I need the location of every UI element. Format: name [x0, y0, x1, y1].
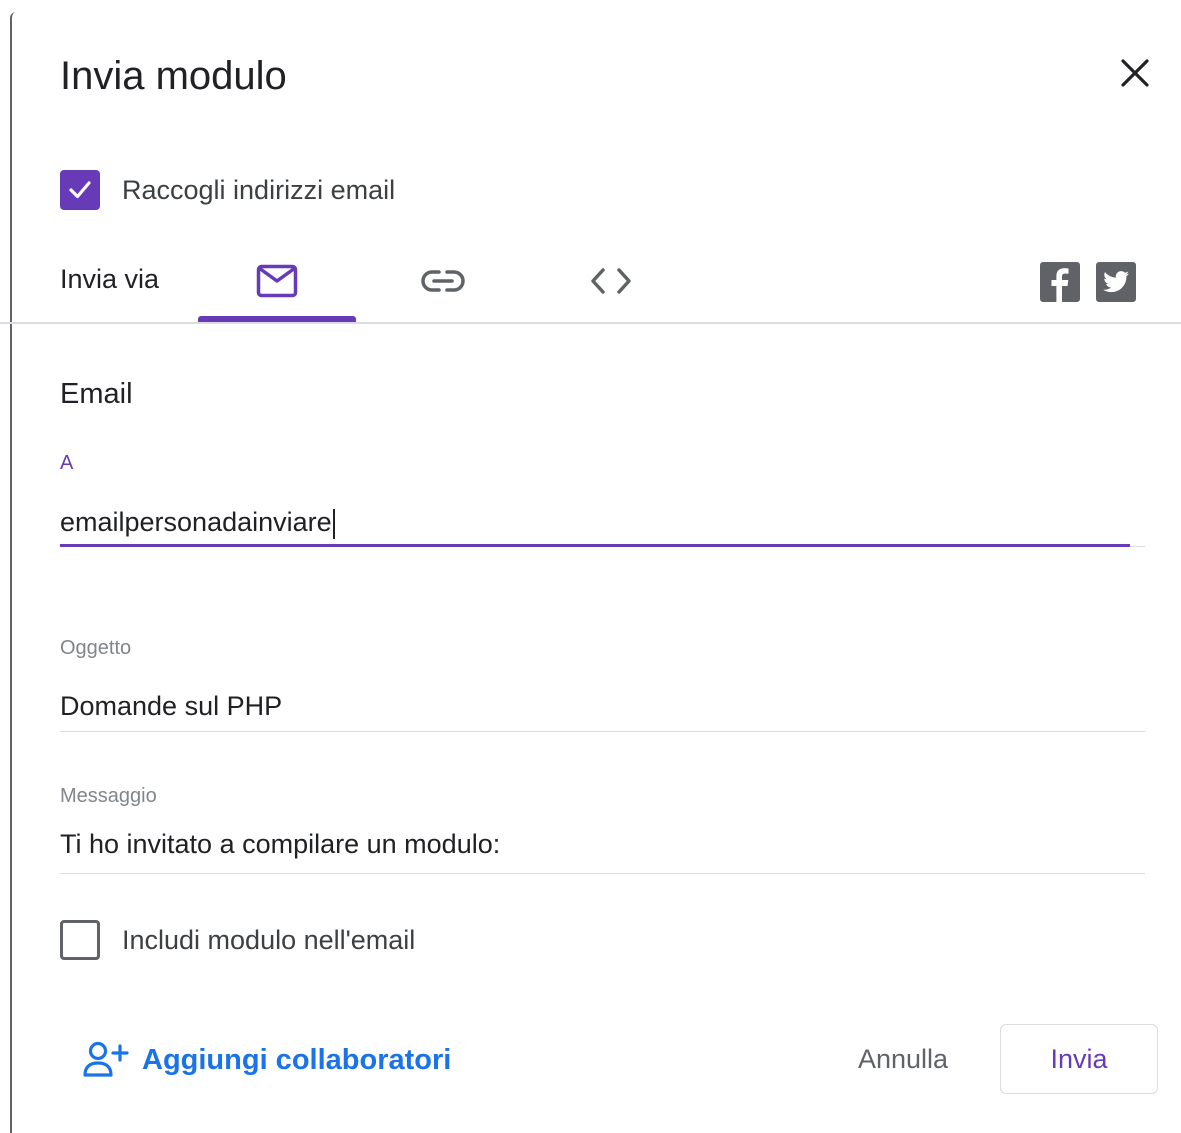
add-person-icon	[83, 1041, 129, 1077]
link-icon	[421, 270, 465, 292]
to-field-underline	[60, 544, 1130, 547]
facebook-icon	[1051, 268, 1069, 302]
to-field-value: emailpersonadainviare	[60, 507, 332, 537]
to-field-label: A	[60, 452, 74, 474]
send-button[interactable]: Invia	[1000, 1024, 1158, 1094]
collect-emails-label: Raccogli indirizzi email	[122, 174, 396, 205]
send-via-label: Invia via	[60, 264, 160, 294]
tab-embed[interactable]	[532, 240, 690, 322]
add-collaborators-label: Aggiungi collaboratori	[142, 1043, 452, 1076]
subject-field[interactable]	[60, 686, 1145, 726]
include-form-label: Includi modulo nell'email	[122, 924, 416, 955]
email-section-title: Email	[60, 378, 133, 410]
embed-code-icon	[591, 268, 631, 294]
tab-link[interactable]	[364, 240, 522, 322]
send-via-bar: Invia via	[0, 240, 1181, 324]
envelope-icon	[256, 264, 298, 298]
include-form-checkbox[interactable]	[60, 920, 100, 960]
cancel-button[interactable]: Annulla	[838, 1026, 968, 1092]
add-collaborators-button[interactable]: Aggiungi collaboratori	[82, 1040, 451, 1080]
dialog-title: Invia modulo	[60, 54, 287, 98]
text-caret	[332, 508, 335, 539]
close-icon	[1121, 59, 1149, 87]
collect-emails-row: Raccogli indirizzi email	[60, 168, 395, 212]
message-field-underline	[60, 873, 1145, 874]
facebook-share-button[interactable]	[1040, 262, 1080, 302]
twitter-share-button[interactable]	[1096, 262, 1136, 302]
message-field[interactable]	[60, 824, 1145, 864]
include-form-row: Includi modulo nell'email	[60, 918, 415, 962]
collect-emails-checkbox[interactable]	[60, 170, 100, 210]
subject-field-underline	[60, 731, 1145, 732]
subject-field-label: Oggetto	[60, 637, 132, 659]
close-button[interactable]	[1108, 46, 1162, 100]
tab-email[interactable]	[198, 240, 356, 322]
tabs-divider	[0, 322, 1181, 324]
message-field-label: Messaggio	[60, 785, 157, 807]
to-field-underline-rest	[1130, 546, 1145, 547]
twitter-icon	[1103, 271, 1129, 293]
checkmark-icon	[69, 181, 91, 199]
to-field[interactable]: emailpersonadainviare	[60, 502, 335, 542]
